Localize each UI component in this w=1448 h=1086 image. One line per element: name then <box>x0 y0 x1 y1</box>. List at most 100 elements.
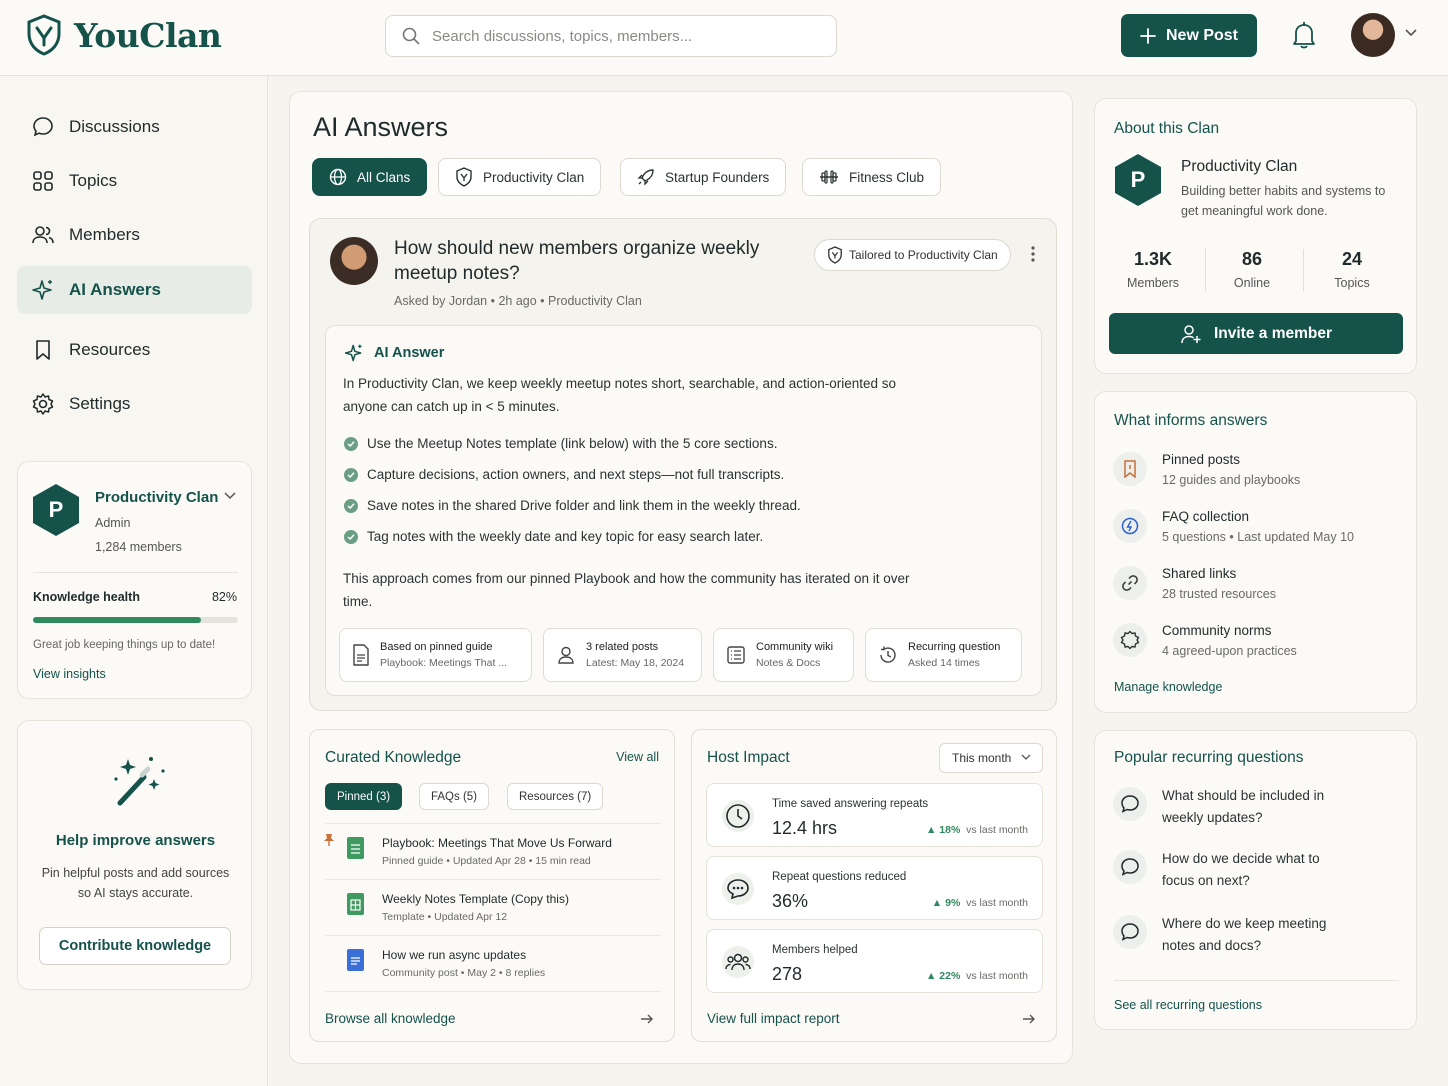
source-subtitle: Latest: May 18, 2024 <box>586 657 685 669</box>
sidebar-item-label: Members <box>69 225 140 244</box>
impact-report-link[interactable]: View full impact report <box>707 1011 840 1026</box>
sidebar-item-topics[interactable]: Topics <box>17 157 252 205</box>
filter-label: Fitness Club <box>849 169 925 185</box>
up-triangle-icon: ▲ <box>925 824 940 836</box>
filter-label: All Clans <box>357 169 411 185</box>
faq-icon <box>1113 509 1147 543</box>
recurring-question-item[interactable]: How do we decide what to focus on next? <box>1113 848 1403 898</box>
knowledge-item[interactable]: How we run async updates Community post … <box>325 935 661 991</box>
metric-repeat-questions: Repeat questions reduced 36% ▲ 9% vs las… <box>706 856 1043 920</box>
source-community-wiki[interactable]: Community wiki Notes & Docs <box>713 628 854 682</box>
clan-member-count: 1,284 members <box>95 540 182 554</box>
sidebar: Discussions Topics Members AI Answers Re… <box>0 76 268 1086</box>
sheet-doc-icon <box>347 837 364 859</box>
sidebar-item-ai-answers[interactable]: AI Answers <box>17 266 252 314</box>
source-recurring-question[interactable]: Recurring question Asked 14 times <box>865 628 1022 682</box>
invite-member-button[interactable]: Invite a member <box>1109 313 1403 354</box>
invite-label: Invite a member <box>1213 324 1333 342</box>
view-insights-link[interactable]: View insights <box>33 667 106 681</box>
knowledge-item[interactable]: Weekly Notes Template (Copy this) Templa… <box>325 879 661 935</box>
arrow-right-icon[interactable] <box>640 1013 654 1025</box>
arrow-right-icon[interactable] <box>1022 1013 1036 1025</box>
recurring-title: Popular recurring questions <box>1114 749 1304 766</box>
contribute-knowledge-button[interactable]: Contribute knowledge <box>39 927 231 965</box>
divider <box>325 991 661 992</box>
search-icon <box>402 27 420 45</box>
filter-startup-founders[interactable]: Startup Founders <box>620 158 787 196</box>
recurring-question-text: How do we decide what to focus on next? <box>1162 851 1320 888</box>
metric-label: Time saved answering repeats <box>772 798 929 810</box>
asker-avatar[interactable] <box>330 237 378 285</box>
tab-pinned[interactable]: Pinned (3) <box>325 783 403 810</box>
see-all-recurring-link[interactable]: See all recurring questions <box>1114 998 1262 1012</box>
new-post-label: New Post <box>1165 26 1238 44</box>
ai-answer-label: AI Answer <box>374 345 445 361</box>
sidebar-item-settings[interactable]: Settings <box>17 380 252 428</box>
view-all-link[interactable]: View all <box>616 750 659 764</box>
recurring-question-item[interactable]: Where do we keep meeting notes and docs? <box>1113 913 1403 963</box>
help-improve-card: Help improve answers Pin helpful posts a… <box>17 720 252 990</box>
sidebar-item-label: Topics <box>69 171 118 190</box>
about-clan-card: About this Clan P Productivity Clan Buil… <box>1094 98 1417 374</box>
clan-badge: P <box>1115 154 1161 206</box>
chevron-down-icon[interactable] <box>224 492 236 500</box>
question-bubble-icon <box>1113 787 1147 821</box>
pin-icon <box>323 833 335 847</box>
recurring-question-item[interactable]: What should be included in weekly update… <box>1113 785 1403 835</box>
divider <box>33 572 238 573</box>
source-subtitle: Asked 14 times <box>908 657 980 669</box>
source-title: 3 related posts <box>586 641 659 653</box>
source-related-posts[interactable]: 3 related posts Latest: May 18, 2024 <box>543 628 702 682</box>
metric-time-saved: Time saved answering repeats 12.4 hrs ▲ … <box>706 783 1043 847</box>
shield-logo-icon <box>26 14 62 56</box>
help-title: Help improve answers <box>55 832 216 849</box>
delta-value: 18% <box>939 824 961 836</box>
filter-fitness-club[interactable]: Fitness Club <box>802 158 942 196</box>
more-options-icon[interactable] <box>1030 245 1036 263</box>
informs-item-sub: 5 questions • Last updated May 10 <box>1162 530 1355 544</box>
metric-value: 12.4 hrs <box>772 818 838 838</box>
ai-answer-heading: AI Answer <box>344 343 444 363</box>
bell-icon[interactable] <box>1290 20 1318 50</box>
informs-title: What informs answers <box>1114 412 1268 429</box>
user-avatar[interactable] <box>1351 13 1395 57</box>
magic-wand-icon <box>110 755 166 809</box>
informs-item-sub: 4 agreed-upon practices <box>1162 644 1297 658</box>
sidebar-item-label: Settings <box>69 394 131 413</box>
delta-value: 9% <box>945 897 961 909</box>
shield-icon <box>827 246 843 264</box>
stat-label: Topics <box>1334 276 1370 290</box>
manage-knowledge-link[interactable]: Manage knowledge <box>1114 680 1222 694</box>
question-title[interactable]: How should new members organize weekly m… <box>394 236 794 286</box>
sidebar-item-resources[interactable]: Resources <box>17 326 252 374</box>
filter-productivity-clan[interactable]: Productivity Clan <box>438 158 602 196</box>
period-select[interactable]: This month <box>939 743 1043 773</box>
tab-faqs[interactable]: FAQs (5) <box>419 783 490 810</box>
stat-members: 1.3K Members <box>1108 249 1198 290</box>
wiki-icon <box>726 645 746 665</box>
top-header: YouClan New Post <box>0 0 1448 76</box>
filter-all-clans[interactable]: All Clans <box>312 158 428 196</box>
stat-value: 24 <box>1341 249 1363 269</box>
sidebar-item-members[interactable]: Members <box>17 211 252 259</box>
knowledge-meta: Pinned guide • Updated Apr 28 • 15 min r… <box>382 855 591 867</box>
sidebar-item-discussions[interactable]: Discussions <box>17 103 252 151</box>
chevron-down-icon[interactable] <box>1404 28 1418 38</box>
source-pinned-guide[interactable]: Based on pinned guide Playbook: Meetings … <box>339 628 532 682</box>
clan-name[interactable]: Productivity Clan <box>95 489 218 506</box>
logo[interactable]: YouClan <box>26 14 222 56</box>
knowledge-title: How we run async updates <box>382 948 527 962</box>
bullet-text: Save notes in the shared Drive folder an… <box>367 498 801 513</box>
knowledge-item[interactable]: Playbook: Meetings That Move Us Forward … <box>323 823 661 879</box>
source-subtitle: Playbook: Meetings That ... <box>380 657 508 669</box>
metric-members-helped: Members helped 278 ▲ 22% vs last month <box>706 929 1043 993</box>
browse-knowledge-link[interactable]: Browse all knowledge <box>325 1011 456 1026</box>
tab-resources[interactable]: Resources (7) <box>507 783 604 810</box>
about-clan-desc: Building better habits and systems to ge… <box>1181 184 1386 218</box>
search-bar[interactable] <box>385 15 837 57</box>
help-body: Pin helpful posts and add sources so AI … <box>41 866 230 900</box>
new-post-button[interactable]: New Post <box>1121 14 1257 57</box>
recurring-question-text: What should be included in weekly update… <box>1162 788 1325 825</box>
bookmark-icon <box>31 338 55 362</box>
search-input[interactable] <box>432 27 812 45</box>
